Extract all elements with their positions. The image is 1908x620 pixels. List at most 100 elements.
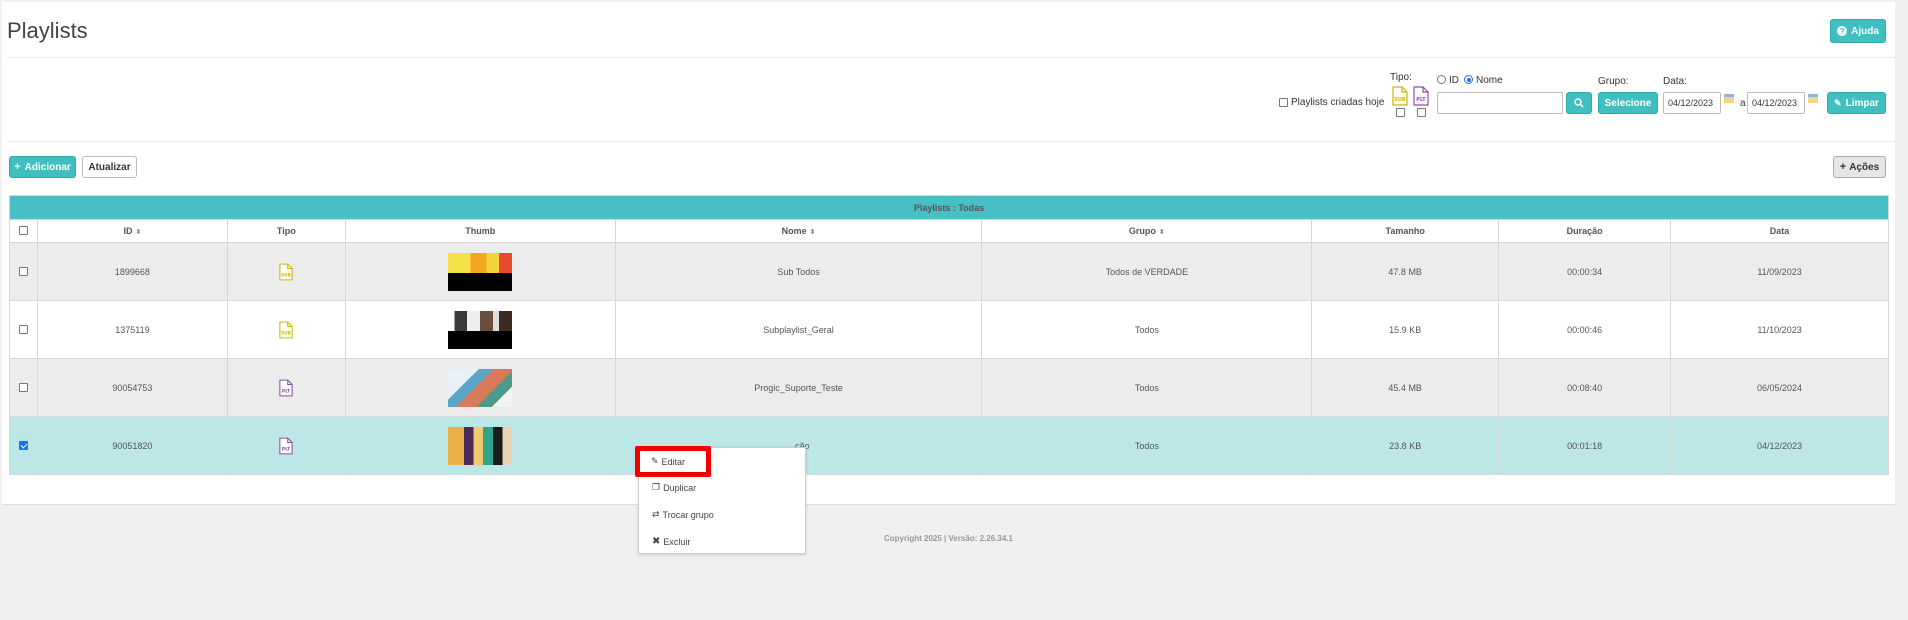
row-checkbox[interactable] — [19, 266, 28, 276]
row-date: 11/10/2023 — [1670, 300, 1889, 359]
tipo-sub-checkbox[interactable] — [1396, 108, 1405, 117]
col-id[interactable]: ID ⬍ — [36, 219, 228, 243]
plt-file-icon: PLT — [279, 437, 293, 454]
search-by-id-radio[interactable] — [1437, 75, 1446, 84]
row-duration: 00:00:46 — [1498, 300, 1672, 359]
menu-item-edit[interactable]: ✎ Editar — [651, 456, 685, 467]
sub-file-icon[interactable]: SUB — [1392, 86, 1408, 106]
thumbnail — [448, 252, 513, 291]
menu-item-change-group[interactable]: ⇄ Trocar grupo — [652, 509, 714, 520]
tipo-plt-checkbox[interactable] — [1417, 108, 1426, 117]
row-group: Todos de VERDADE — [981, 242, 1313, 301]
row-id: 1375119 — [36, 300, 228, 359]
row-duration: 00:00:34 — [1498, 242, 1672, 301]
row-size: 45.4 MB — [1311, 358, 1500, 417]
row-name: Sub Todos — [614, 242, 983, 301]
search-icon — [1574, 98, 1584, 108]
thumbnail — [448, 426, 513, 465]
clear-filters-button[interactable]: ✎ Limpar — [1827, 92, 1886, 114]
playlists-table: Playlists : Todas ID ⬍ Tipo Thumb Nome ⬍ G… — [9, 195, 1889, 475]
plt-file-icon: PLT — [279, 379, 293, 396]
row-size: 23.8 KB — [1311, 416, 1500, 475]
search-input[interactable] — [1437, 92, 1563, 114]
menu-item-delete[interactable]: ✖ Excluir — [652, 536, 690, 547]
table-caption: Playlists : Todas — [9, 195, 1889, 220]
col-data: Data — [1670, 219, 1889, 243]
date-separator: a — [1740, 98, 1746, 109]
sub-file-icon: SUB — [279, 321, 293, 338]
created-today-label: Playlists criadas hoje — [1291, 97, 1385, 108]
table-row[interactable]: 1899668 SUB Sub Todos Todos de VERDADE 4… — [9, 242, 1889, 301]
menu-item-duplicate[interactable]: ❐ Duplicar — [652, 482, 696, 493]
table-row[interactable]: 1375119 SUB Subplaylist_Geral Todos 15.9… — [9, 300, 1889, 359]
svg-text:SUB: SUB — [281, 272, 292, 278]
table-row-selected[interactable]: 90051820 PLT ...ção Todos 23.8 KB 00:01:… — [9, 416, 1889, 475]
row-name: Subplaylist_Geral — [614, 300, 983, 359]
plt-file-icon[interactable]: PLT — [1413, 86, 1429, 106]
page-title: Playlists — [7, 18, 88, 43]
plus-icon: + — [14, 161, 21, 173]
copy-icon: ❐ — [652, 482, 661, 492]
row-checkbox[interactable] — [19, 324, 28, 334]
row-date: 11/09/2023 — [1670, 242, 1889, 301]
col-duracao: Duração — [1498, 219, 1672, 243]
row-checkbox[interactable] — [19, 440, 28, 450]
edit-icon: ✎ — [651, 456, 659, 466]
select-all-checkbox[interactable] — [19, 226, 28, 235]
calendar-icon[interactable] — [1808, 94, 1818, 103]
group-label: Grupo: — [1598, 76, 1629, 87]
row-duration: 00:08:40 — [1498, 358, 1672, 417]
calendar-icon[interactable] — [1724, 94, 1734, 103]
row-name: Progic_Suporte_Teste — [614, 358, 983, 417]
group-select-button[interactable]: Selecione — [1598, 92, 1658, 114]
thumbnail — [448, 368, 513, 407]
add-button[interactable]: + Adicionar — [9, 156, 76, 178]
col-thumb: Thumb — [344, 219, 616, 243]
row-group: Todos — [981, 358, 1313, 417]
svg-text:PLT: PLT — [282, 446, 290, 452]
svg-text:PLT: PLT — [1416, 97, 1426, 103]
date-to-input[interactable]: 04/12/2023 — [1747, 92, 1805, 114]
svg-text:SUB: SUB — [1394, 97, 1406, 103]
search-by-name-radio[interactable] — [1464, 75, 1473, 84]
refresh-button[interactable]: Atualizar — [82, 156, 137, 178]
date-from-input[interactable]: 04/12/2023 — [1663, 92, 1721, 114]
footer-copyright: Copyright 2025 | Versão: 2.26.34.1 — [884, 534, 1013, 543]
row-id: 90054753 — [36, 358, 228, 417]
actions-button[interactable]: + Ações — [1833, 156, 1886, 178]
date-label: Data: — [1663, 76, 1687, 87]
search-button[interactable] — [1566, 92, 1592, 114]
question-icon: ? — [1837, 26, 1848, 36]
row-id: 1899668 — [36, 242, 228, 301]
help-button[interactable]: ? Ajuda — [1830, 19, 1886, 43]
sort-icon: ⬍ — [135, 229, 142, 236]
swap-icon: ⇄ — [652, 509, 660, 519]
col-nome[interactable]: Nome ⬍ — [614, 219, 983, 243]
sort-icon: ⬍ — [809, 229, 816, 236]
col-grupo[interactable]: Grupo ⬍ — [981, 219, 1313, 243]
eraser-icon: ✎ — [1834, 97, 1842, 108]
row-group: Todos — [981, 416, 1313, 475]
row-duration: 00:01:18 — [1498, 416, 1672, 475]
search-by-id-label: ID — [1449, 75, 1459, 86]
row-size: 47.8 MB — [1311, 242, 1500, 301]
sort-icon: ⬍ — [1158, 229, 1165, 236]
created-today-checkbox[interactable] — [1279, 98, 1288, 107]
row-date: 04/12/2023 — [1670, 416, 1889, 475]
row-size: 15.9 KB — [1311, 300, 1500, 359]
plus-icon: + — [1839, 161, 1847, 173]
row-date: 06/05/2024 — [1670, 358, 1889, 417]
table-row[interactable]: 90054753 PLT Progic_Suporte_Teste Todos … — [9, 358, 1889, 417]
close-icon: ✖ — [652, 536, 661, 547]
tipo-label: Tipo: — [1390, 72, 1412, 83]
row-id: 90051820 — [36, 416, 228, 475]
row-group: Todos — [981, 300, 1313, 359]
col-tipo: Tipo — [226, 219, 346, 243]
row-checkbox[interactable] — [19, 382, 28, 392]
thumbnail — [448, 310, 513, 349]
search-by-name-label: Nome — [1476, 75, 1503, 86]
divider — [7, 141, 1901, 142]
svg-text:SUB: SUB — [281, 330, 292, 336]
col-tamanho: Tamanho — [1311, 219, 1500, 243]
svg-text:PLT: PLT — [282, 388, 290, 394]
